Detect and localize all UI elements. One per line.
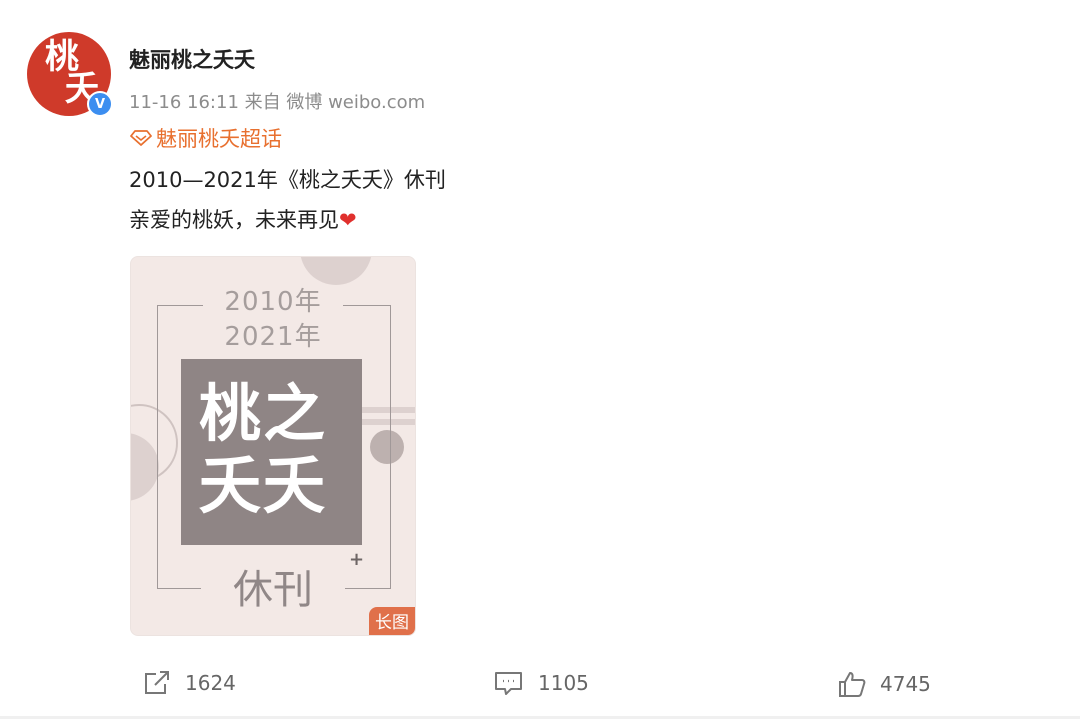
topic-label: 魅丽桃夭超话 xyxy=(156,127,282,151)
share-icon xyxy=(145,671,169,694)
post-meta: 11-16 16:11 来自 微博 weibo.com xyxy=(129,92,426,113)
post-image[interactable]: 2010年 2021年 桃之 夭夭 休刊 + 长图 xyxy=(130,256,416,636)
poster-year-start: 2010年 xyxy=(224,287,322,317)
username[interactable]: 魅丽桃之夭夭 xyxy=(129,44,255,74)
post-text-line-1: 2010—2021年《桃之夭夭》休刊 xyxy=(129,168,446,192)
comment-icon xyxy=(495,672,522,695)
poster-subtitle: 休刊 xyxy=(233,567,313,613)
like-button[interactable]: 4745 xyxy=(838,670,931,698)
poster-year-end: 2021年 xyxy=(224,322,322,352)
poster-title-line-1: 桃之 xyxy=(199,377,328,450)
thumbs-up-icon xyxy=(839,672,866,697)
poster-plus: + xyxy=(349,549,365,570)
diamond-icon xyxy=(130,130,152,146)
comment-count: 1105 xyxy=(538,671,589,695)
long-image-tag: 长图 xyxy=(369,607,415,635)
post-text-line-2-text: 亲爱的桃妖，未来再见 xyxy=(129,208,339,232)
heart-emoji-icon: ❤ xyxy=(339,208,357,232)
repost-button[interactable]: 1624 xyxy=(143,670,236,696)
topic-link[interactable]: 魅丽桃夭超话 xyxy=(130,123,282,153)
like-count: 4745 xyxy=(880,672,931,696)
post-text-line-2: 亲爱的桃妖，未来再见❤ xyxy=(129,204,357,234)
repost-count: 1624 xyxy=(185,671,236,695)
avatar[interactable]: 桃 夭 V xyxy=(27,32,113,117)
comment-button[interactable]: 1105 xyxy=(494,670,589,696)
poster-title-block: 桃之 夭夭 xyxy=(181,359,362,545)
verified-badge-icon: V xyxy=(87,91,113,117)
poster-title-line-2: 夭夭 xyxy=(199,449,328,522)
